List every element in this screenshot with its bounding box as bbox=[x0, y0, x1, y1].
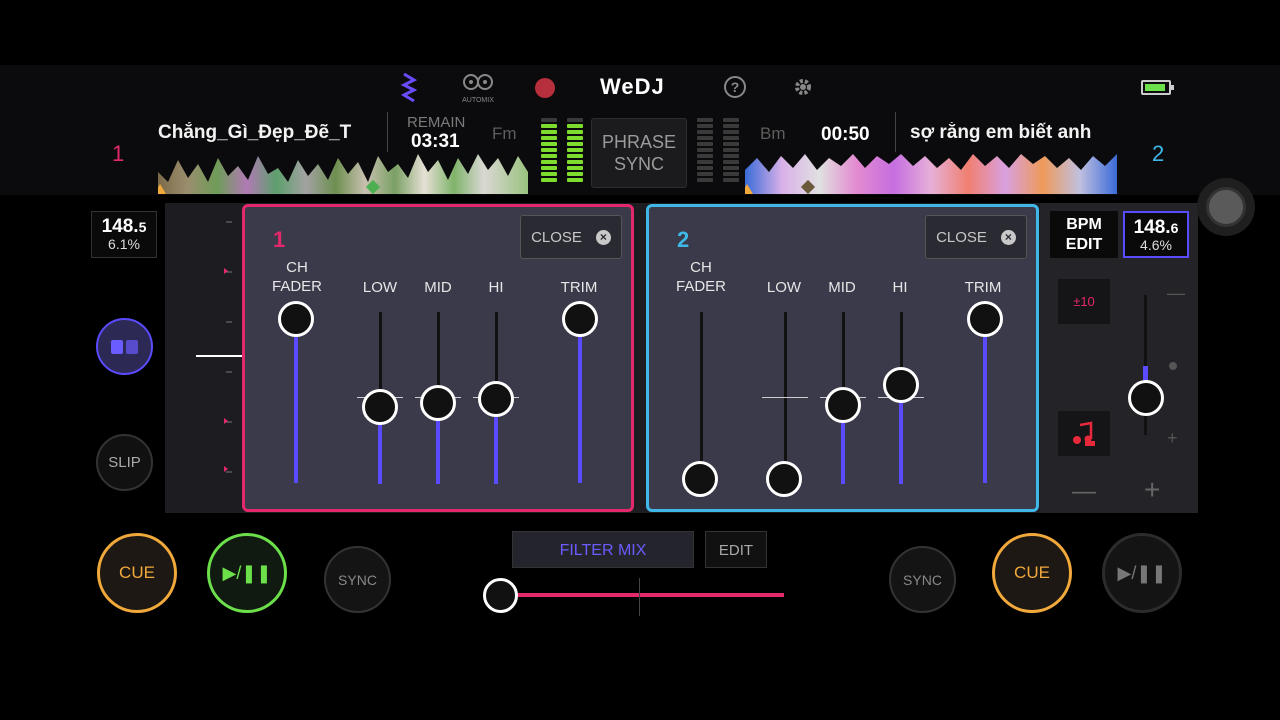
tempo-range-button[interactable]: ±10 bbox=[1058, 279, 1110, 324]
mixer1-close-button[interactable]: CLOSE × bbox=[520, 215, 622, 259]
mid-label: MID bbox=[828, 279, 856, 296]
slip-button[interactable]: SLIP bbox=[96, 434, 153, 491]
wedj-logo-icon[interactable] bbox=[398, 72, 420, 104]
mixer2-number: 2 bbox=[677, 227, 690, 252]
deck-layout-button[interactable] bbox=[96, 318, 153, 375]
pitch-bend-plus-button[interactable]: + bbox=[1144, 474, 1160, 506]
close-icon: × bbox=[595, 229, 611, 245]
trim-label: TRIM bbox=[964, 279, 1002, 296]
deck1-remain-time: 03:31 bbox=[411, 131, 460, 152]
deck2-bpm-decimal: 6 bbox=[1170, 220, 1179, 236]
mid-eq-knob[interactable] bbox=[420, 385, 456, 421]
playhead-marker bbox=[158, 184, 166, 194]
trim-level bbox=[983, 319, 987, 483]
key-lock-button[interactable] bbox=[1058, 411, 1110, 456]
deck2-play-pause-button[interactable]: ▶/❚❚ bbox=[1102, 533, 1182, 613]
crossfader-center-mark bbox=[639, 578, 640, 616]
app-title: WeDJ bbox=[600, 74, 665, 99]
deck1-pitch-ruler[interactable] bbox=[196, 214, 246, 484]
deck1-remain-label: REMAIN bbox=[407, 114, 466, 131]
trim-level bbox=[578, 319, 582, 483]
help-icon[interactable]: ? bbox=[724, 76, 746, 98]
deck2-bpm-main: 148. bbox=[1133, 217, 1171, 238]
deck1-bpm-display[interactable]: 148.5 6.1% bbox=[91, 211, 157, 258]
automix-button[interactable]: AUTOMIX bbox=[458, 72, 498, 104]
eq-track bbox=[379, 312, 382, 400]
tempo-minus-mark: — bbox=[1167, 283, 1185, 303]
deck1-bpm-main: 148. bbox=[101, 216, 139, 237]
trim-label: TRIM bbox=[560, 279, 598, 296]
tempo-plus-mark: + bbox=[1167, 428, 1178, 448]
deck1-number: 1 bbox=[112, 141, 125, 166]
split-view-icon bbox=[111, 339, 138, 354]
deck2-mixer-panel: 2 CLOSE × CH FADER LOW MID HI TRIM bbox=[646, 204, 1039, 512]
assistive-touch-button[interactable] bbox=[1197, 178, 1255, 236]
ch-fader-track bbox=[700, 312, 703, 482]
low-eq-knob[interactable] bbox=[766, 461, 802, 497]
deck1-track-title[interactable]: Chẳng_Gì_Đẹp_Đẽ_T bbox=[158, 122, 368, 144]
crossfader-knob[interactable] bbox=[483, 578, 518, 613]
close-label: CLOSE bbox=[936, 228, 987, 246]
deck1-pitch: 6.1% bbox=[108, 236, 140, 252]
playhead-marker bbox=[745, 184, 753, 194]
deck2-track-title[interactable]: sợ rằng em biết anh bbox=[910, 122, 1116, 144]
ch-fader-knob[interactable] bbox=[682, 461, 718, 497]
trim-knob[interactable] bbox=[967, 301, 1003, 337]
hi-label: HI bbox=[488, 279, 504, 296]
low-eq-knob[interactable] bbox=[362, 389, 398, 425]
close-icon: × bbox=[1000, 229, 1016, 245]
low-label: LOW bbox=[766, 279, 802, 296]
center-dot bbox=[1169, 362, 1177, 370]
mid-eq-knob[interactable] bbox=[825, 387, 861, 423]
ch-fader-knob[interactable] bbox=[278, 301, 314, 337]
mixer1-number: 1 bbox=[273, 227, 286, 252]
divider bbox=[895, 112, 896, 156]
tempo-slider-knob[interactable] bbox=[1128, 380, 1164, 416]
deck1-bpm-decimal: 5 bbox=[138, 219, 147, 235]
pitch-bend-minus-button[interactable]: — bbox=[1072, 478, 1096, 506]
ch-fader-level bbox=[294, 319, 298, 483]
divider bbox=[387, 112, 388, 156]
deck2-pitch: 4.6% bbox=[1140, 237, 1172, 253]
deck2-bpm-display[interactable]: 148.6 4.6% bbox=[1123, 211, 1189, 258]
deck2-number: 2 bbox=[1152, 141, 1165, 166]
ch-fader-label: CH FADER bbox=[675, 259, 726, 295]
phrase-sync-button[interactable]: PHRASE SYNC bbox=[591, 118, 687, 188]
filter-edit-button[interactable]: EDIT bbox=[705, 531, 767, 568]
deck2-key: Bm bbox=[760, 124, 786, 143]
hi-label: HI bbox=[892, 279, 908, 296]
hi-eq-knob[interactable] bbox=[478, 381, 514, 417]
deck2-level-meter bbox=[697, 118, 739, 182]
trim-knob[interactable] bbox=[562, 301, 598, 337]
deck2-waveform[interactable] bbox=[745, 152, 1117, 194]
deck2-sync-button[interactable]: SYNC bbox=[889, 546, 956, 613]
crossfader-track[interactable] bbox=[500, 593, 784, 597]
deck2-time: 00:50 bbox=[821, 124, 870, 145]
ch-fader-label: CH FADER bbox=[271, 259, 322, 295]
mixer2-close-button[interactable]: CLOSE × bbox=[925, 215, 1027, 259]
center-mark bbox=[762, 397, 808, 398]
deck1-level-meter bbox=[541, 118, 583, 182]
filter-mix-button[interactable]: FILTER MIX bbox=[512, 531, 694, 568]
music-note-icon bbox=[1073, 421, 1095, 446]
deck1-cue-button[interactable]: CUE bbox=[97, 533, 177, 613]
hi-eq-knob[interactable] bbox=[883, 367, 919, 403]
deck2-cue-button[interactable]: CUE bbox=[992, 533, 1072, 613]
deck1-mixer-panel: 1 CLOSE × CH FADER LOW MID HI TRIM bbox=[242, 204, 634, 512]
bpm-edit-button[interactable]: BPM EDIT bbox=[1050, 211, 1118, 258]
battery-icon bbox=[1141, 80, 1174, 95]
gear-icon[interactable] bbox=[792, 76, 814, 98]
deck1-sync-button[interactable]: SYNC bbox=[324, 546, 391, 613]
record-button[interactable] bbox=[535, 78, 555, 98]
mid-label: MID bbox=[424, 279, 452, 296]
deck1-key: Fm bbox=[492, 124, 517, 143]
close-label: CLOSE bbox=[531, 228, 582, 246]
deck1-play-pause-button[interactable]: ▶/❚❚ bbox=[207, 533, 287, 613]
low-label: LOW bbox=[362, 279, 398, 296]
automix-label: AUTOMIX bbox=[462, 97, 494, 104]
deck1-waveform[interactable] bbox=[158, 152, 528, 194]
